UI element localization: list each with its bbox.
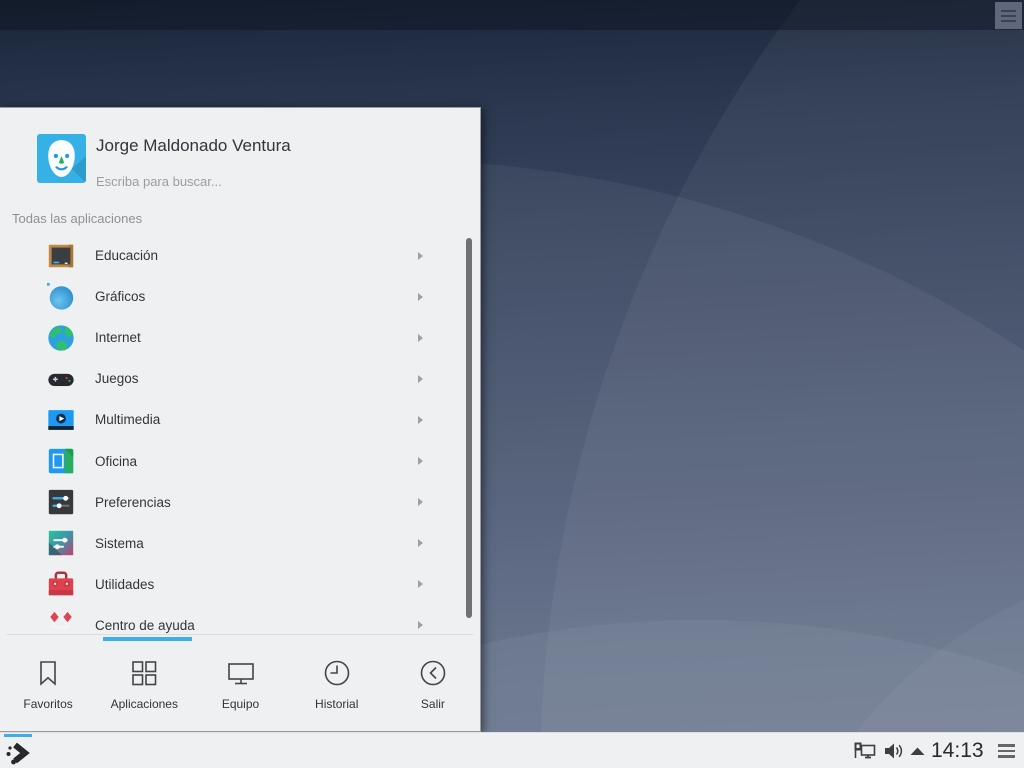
submenu-arrow-icon	[418, 415, 423, 424]
category-row-gr-ficos[interactable]: Gráficos	[0, 276, 465, 317]
submenu-arrow-icon	[418, 539, 423, 548]
tab-historial[interactable]: Historial	[289, 641, 385, 732]
category-label: Sistema	[95, 535, 144, 551]
category-row-sistema[interactable]: Sistema	[0, 523, 465, 564]
submenu-arrow-icon	[418, 580, 423, 589]
expand-arrow-icon[interactable]	[910, 733, 925, 768]
tab-label: Historial	[315, 697, 359, 711]
category-label: Centro de ayuda	[95, 617, 195, 633]
category-row-centro-de-ayuda[interactable]: Centro de ayuda	[0, 605, 465, 634]
graphics-sphere-icon	[46, 282, 76, 312]
submenu-arrow-icon	[418, 621, 423, 630]
submenu-arrow-icon	[418, 498, 423, 507]
wallpaper-top-band	[0, 0, 1024, 30]
desktop: Jorge Maldonado Ventura Todas las aplica…	[0, 0, 1024, 768]
all-applications-label: Todas las aplicaciones	[12, 211, 143, 226]
user-avatar[interactable]	[37, 134, 86, 183]
category-row-internet[interactable]: Internet	[0, 317, 465, 358]
leave-icon	[416, 656, 450, 690]
digital-clock[interactable]: 14:13	[931, 733, 984, 768]
hamburger-icon	[1001, 19, 1016, 22]
tab-salir[interactable]: Salir	[385, 641, 481, 732]
hamburger-icon	[997, 744, 1015, 747]
category-row-oficina[interactable]: Oficina	[0, 440, 465, 481]
launcher-logo-icon	[6, 742, 30, 765]
apps-grid-icon	[127, 656, 161, 690]
category-label: Oficina	[95, 453, 138, 469]
launcher-tabbar: Favoritos Aplicaciones Equipo Historial …	[0, 641, 481, 732]
utilities-toolbox-icon	[46, 569, 76, 599]
hamburger-icon	[997, 749, 1015, 753]
submenu-arrow-icon	[418, 251, 423, 260]
volume-icon[interactable]	[882, 733, 904, 768]
application-launcher-menu: Jorge Maldonado Ventura Todas las aplica…	[0, 107, 481, 732]
clock-icon	[320, 656, 354, 690]
tab-label: Favoritos	[23, 697, 73, 711]
multimedia-player-icon	[46, 405, 76, 435]
category-row-juegos[interactable]: Juegos	[0, 358, 465, 399]
launcher-active-indicator	[4, 734, 32, 737]
tab-label: Aplicaciones	[110, 697, 178, 711]
bookmark-icon	[31, 656, 65, 690]
tab-label: Equipo	[221, 697, 260, 711]
category-row-utilidades[interactable]: Utilidades	[0, 564, 465, 605]
system-sliders-icon	[46, 528, 76, 558]
hamburger-icon	[1001, 9, 1016, 12]
user-name: Jorge Maldonado Ventura	[96, 136, 291, 155]
internet-globe-icon	[46, 323, 76, 353]
wallpaper-arc	[540, 0, 1024, 768]
panel-toolbox-button[interactable]	[994, 733, 1018, 768]
submenu-arrow-icon	[418, 457, 423, 466]
computer-icon	[224, 656, 258, 690]
search-input[interactable]	[96, 170, 426, 192]
desktop-toolbox-button[interactable]	[995, 2, 1022, 29]
games-gamepad-icon	[46, 364, 76, 394]
office-document-icon	[46, 446, 76, 476]
category-label: Utilidades	[95, 576, 155, 592]
list-scrollbar[interactable]	[466, 238, 472, 618]
category-row-multimedia[interactable]: Multimedia	[0, 399, 465, 440]
education-blackboard-icon	[46, 241, 76, 271]
submenu-arrow-icon	[418, 374, 423, 383]
category-label: Juegos	[95, 371, 139, 387]
application-category-list: Educación Gráficos Internet Juegos Multi…	[0, 235, 465, 634]
category-row-educaci-n[interactable]: Educación	[0, 235, 465, 276]
category-label: Gráficos	[95, 289, 146, 305]
category-label: Internet	[95, 330, 141, 346]
tab-favoritos[interactable]: Favoritos	[0, 641, 96, 732]
tabbar-separator	[7, 634, 473, 635]
tab-aplicaciones[interactable]: Aplicaciones	[96, 641, 192, 732]
category-row-preferencias[interactable]: Preferencias	[0, 482, 465, 523]
preferences-sliders-icon	[46, 487, 76, 517]
help-center-icon	[46, 610, 76, 634]
network-icon[interactable]	[853, 733, 877, 768]
hamburger-icon	[1001, 14, 1016, 17]
category-label: Multimedia	[95, 412, 161, 428]
bottom-panel: 14:13	[0, 732, 1024, 768]
tab-label: Salir	[420, 697, 445, 711]
hamburger-icon	[997, 755, 1015, 758]
application-launcher-button[interactable]	[3, 733, 33, 768]
submenu-arrow-icon	[418, 292, 423, 301]
submenu-arrow-icon	[418, 333, 423, 342]
category-label: Educación	[95, 248, 159, 264]
category-label: Preferencias	[95, 494, 171, 510]
tab-equipo[interactable]: Equipo	[192, 641, 288, 732]
